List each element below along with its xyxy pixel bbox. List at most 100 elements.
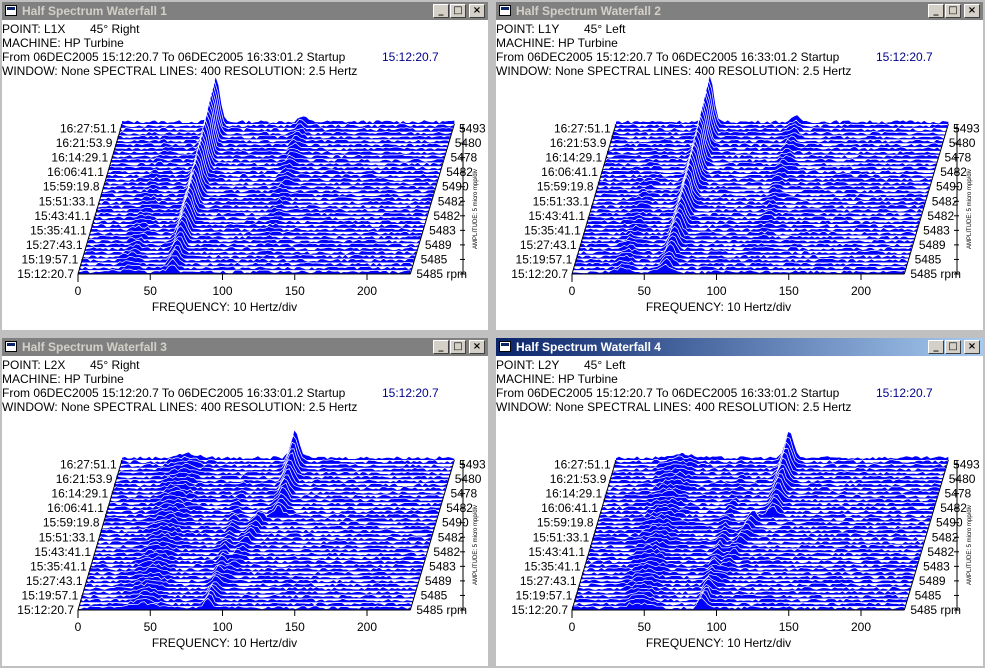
time-label-5: 15:51:33.1: [39, 194, 96, 208]
rpm-label-1: 5480: [949, 472, 976, 486]
time-label-7: 15:35:41.1: [30, 223, 87, 237]
window-settings-label: WINDOW: None SPECTRAL LINES: 400 RESOLUT…: [496, 400, 852, 414]
rpm-label-6: 5482: [927, 545, 954, 559]
rpm-label-1: 5480: [455, 136, 482, 150]
x-tick-label-0: 0: [75, 620, 82, 634]
spectrum-trace-39: [121, 75, 455, 124]
window-settings-label: WINDOW: None SPECTRAL LINES: 400 RESOLUT…: [2, 400, 358, 414]
time-label-3: 16:06:41.1: [47, 501, 104, 515]
x-axis-title: FREQUENCY: 10 Hertz/div: [152, 636, 297, 650]
time-label-5: 15:51:33.1: [533, 530, 590, 544]
x-tick-label-3: 150: [779, 620, 799, 634]
window-settings-label: WINDOW: None SPECTRAL LINES: 400 RESOLUT…: [496, 64, 852, 78]
time-label-1: 16:21:53.9: [56, 136, 113, 150]
rpm-label-3: 5482: [940, 501, 967, 515]
date-range-label: From 06DEC2005 15:12:20.7 To 06DEC2005 1…: [496, 386, 840, 400]
time-label-6: 15:43:41.1: [528, 209, 585, 223]
spectrum-fill-39: [122, 76, 455, 124]
time-label-9: 15:19:57.1: [22, 252, 79, 266]
point-label: POINT: L1Y: [496, 22, 560, 36]
rpm-label-7: 5483: [429, 559, 456, 573]
rpm-label-9: 5485: [915, 588, 942, 602]
x-tick-label-0: 0: [75, 284, 82, 298]
x-axis-title: FREQUENCY: 10 Hertz/div: [152, 300, 297, 314]
time-label-0: 16:27:51.1: [554, 458, 611, 472]
time-label-0: 16:27:51.1: [60, 458, 117, 472]
time-label-3: 16:06:41.1: [47, 165, 104, 179]
date-range-label: From 06DEC2005 15:12:20.7 To 06DEC2005 1…: [2, 50, 346, 64]
rpm-label-9: 5485: [421, 588, 448, 602]
cursor-time-label: 15:12:20.7: [382, 50, 439, 64]
x-tick-label-2: 100: [212, 620, 232, 634]
rpm-label-8: 5489: [919, 238, 946, 252]
x-tick-label-4: 200: [357, 620, 377, 634]
date-range-label: From 06DEC2005 15:12:20.7 To 06DEC2005 1…: [496, 50, 840, 64]
time-label-1: 16:21:53.9: [56, 472, 113, 486]
x-axis-title: FREQUENCY: 10 Hertz/div: [646, 636, 791, 650]
x-tick-label-2: 100: [706, 620, 726, 634]
x-tick-label-3: 150: [285, 284, 305, 298]
time-label-10: 15:12:20.7: [17, 603, 74, 617]
time-label-4: 15:59:19.8: [43, 516, 100, 530]
x-tick-label-4: 200: [357, 284, 377, 298]
rpm-label-10: 5485 rpm: [910, 267, 961, 281]
time-label-4: 15:59:19.8: [537, 180, 594, 194]
x-tick-label-3: 150: [779, 284, 799, 298]
time-label-10: 15:12:20.7: [511, 267, 568, 281]
time-label-2: 16:14:29.1: [545, 151, 602, 165]
time-label-5: 15:51:33.1: [39, 530, 96, 544]
x-tick-label-4: 200: [851, 284, 871, 298]
rpm-label-6: 5482: [433, 209, 460, 223]
rpm-label-1: 5480: [949, 136, 976, 150]
x-tick-label-1: 50: [144, 620, 158, 634]
time-label-3: 16:06:41.1: [541, 165, 598, 179]
time-label-7: 15:35:41.1: [524, 559, 581, 573]
time-label-5: 15:51:33.1: [533, 194, 590, 208]
rpm-label-9: 5485: [915, 252, 942, 266]
time-label-9: 15:19:57.1: [516, 252, 573, 266]
amplitude-axis-title: AMPLITUDE: 5 micro mpp/div: [473, 505, 479, 585]
rpm-label-10: 5485 rpm: [416, 267, 467, 281]
point-label: POINT: L2X: [2, 358, 66, 372]
time-label-10: 15:12:20.7: [511, 603, 568, 617]
point-label: POINT: L2Y: [496, 358, 560, 372]
time-label-1: 16:21:53.9: [550, 136, 607, 150]
waterfall-window-2[interactable]: Half Spectrum Waterfall 2 _ □ × 0 50 100 150 200…: [494, 0, 985, 332]
time-label-9: 15:19:57.1: [22, 588, 79, 602]
time-label-2: 16:14:29.1: [51, 487, 108, 501]
x-tick-label-2: 100: [706, 284, 726, 298]
view-angle-label: 45° Right: [90, 358, 140, 372]
time-label-2: 16:14:29.1: [545, 487, 602, 501]
time-label-8: 15:27:43.1: [520, 574, 577, 588]
cursor-time-label: 15:12:20.7: [382, 386, 439, 400]
rpm-label-7: 5483: [923, 559, 950, 573]
rpm-label-8: 5489: [919, 574, 946, 588]
spectrum-trace-38: [120, 80, 454, 128]
x-tick-label-0: 0: [569, 284, 576, 298]
rpm-label-7: 5483: [429, 223, 456, 237]
x-tick-label-1: 50: [638, 284, 652, 298]
time-label-8: 15:27:43.1: [26, 574, 83, 588]
time-label-0: 16:27:51.1: [60, 122, 117, 136]
machine-label: MACHINE: HP Turbine: [496, 372, 618, 386]
view-angle-label: 45° Right: [90, 22, 140, 36]
time-label-2: 16:14:29.1: [51, 151, 108, 165]
waterfall-window-4[interactable]: Half Spectrum Waterfall 4 _ □ × 0 50 100 150 200…: [494, 336, 985, 668]
rpm-label-3: 5482: [446, 165, 473, 179]
waterfall-window-1[interactable]: Half Spectrum Waterfall 1 _ □ × 0 50 100 150 200…: [0, 0, 490, 332]
time-label-4: 15:59:19.8: [537, 516, 594, 530]
cursor-time-label: 15:12:20.7: [876, 50, 933, 64]
x-tick-label-3: 150: [285, 620, 305, 634]
time-label-7: 15:35:41.1: [524, 223, 581, 237]
view-angle-label: 45° Left: [584, 358, 626, 372]
date-range-label: From 06DEC2005 15:12:20.7 To 06DEC2005 1…: [2, 386, 346, 400]
time-label-1: 16:21:53.9: [550, 472, 607, 486]
x-axis-title: FREQUENCY: 10 Hertz/div: [646, 300, 791, 314]
x-tick-label-2: 100: [212, 284, 232, 298]
waterfall-window-3[interactable]: Half Spectrum Waterfall 3 _ □ × 0 50 100 150 200…: [0, 336, 490, 668]
x-tick-label-4: 200: [851, 620, 871, 634]
rpm-label-10: 5485 rpm: [416, 603, 467, 617]
time-label-3: 16:06:41.1: [541, 501, 598, 515]
time-label-8: 15:27:43.1: [520, 238, 577, 252]
x-tick-label-1: 50: [638, 620, 652, 634]
